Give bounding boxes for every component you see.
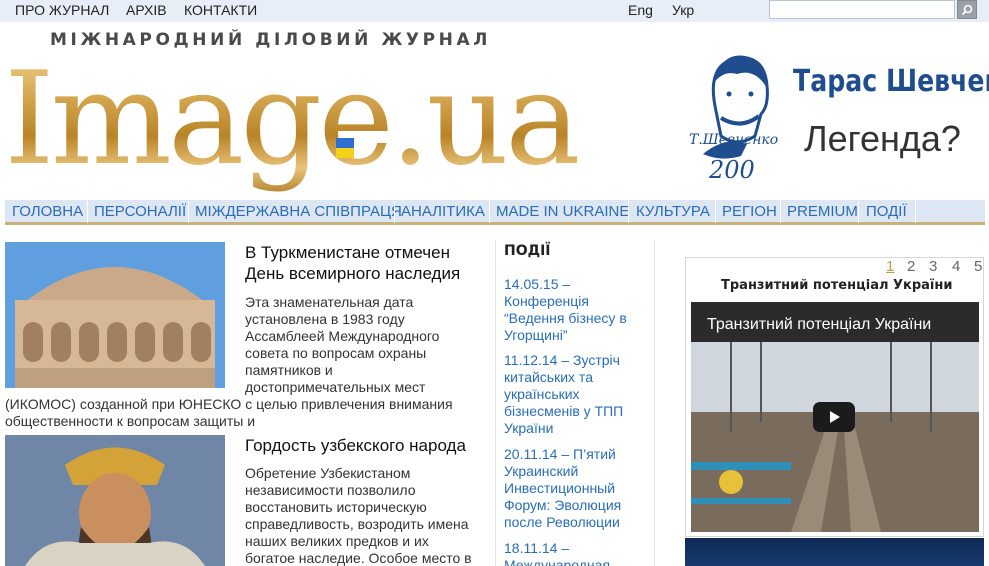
nav-made-in-ukraine[interactable]: MADE IN UKRAINE (496, 203, 629, 222)
article-image-mausoleum[interactable] (5, 242, 225, 388)
article-text-line: богатое наследие. Особое место в (245, 550, 472, 566)
article-title-line: Гордость узбекского народа (245, 436, 466, 455)
portrait-image-icon (5, 435, 225, 566)
nav-persons[interactable]: ПЕРСОНАЛІЇ (94, 203, 186, 222)
nav-divider (780, 201, 781, 223)
event-line: 14.05.15 – (504, 276, 571, 292)
banner-anniversary: 200 (708, 156, 755, 182)
nav-culture[interactable]: КУЛЬТУРА (636, 203, 710, 222)
event-line: Угорщині” (504, 327, 568, 343)
nav-region[interactable]: РЕГІОН (722, 203, 777, 222)
event-line: Международная (504, 557, 611, 566)
banner-signature: Т.Шевченко (689, 132, 778, 148)
ukraine-flag-icon (336, 138, 354, 158)
nav-events[interactable]: ПОДІЇ (866, 203, 907, 222)
nav-premium[interactable]: PREMIUM (787, 203, 858, 222)
nav-divider (394, 201, 395, 223)
lang-en-link[interactable]: Eng (628, 2, 653, 18)
pager-page-3[interactable]: 3 (929, 258, 937, 275)
article-text-line: Обретение Узбекистаном (245, 465, 411, 481)
event-line: Конференція (504, 293, 589, 309)
next-widget-preview[interactable] (685, 538, 984, 566)
article-text-line: независимости позволило (245, 482, 416, 498)
pager-page-1[interactable]: 1 (886, 258, 894, 275)
event-line: 18.11.14 – (504, 540, 570, 556)
article-text-line: Эта знаменательная дата (245, 294, 414, 310)
site-logo[interactable]: Image.ua (4, 40, 577, 200)
nav-home[interactable]: ГОЛОВНА (12, 203, 83, 222)
pager-page-4[interactable]: 4 (952, 258, 960, 275)
nav-divider (915, 201, 916, 223)
event-line: українських (504, 386, 580, 402)
logo-dot: . (389, 45, 427, 194)
event-line: Форум: Эволюция (504, 497, 622, 513)
article-text-line: общественности к вопросам защиты и (5, 413, 256, 429)
banner-tagline[interactable]: Легенда? (804, 118, 961, 160)
banner-name[interactable]: Тарас Шевченко (793, 64, 989, 99)
nav-analytics[interactable]: АНАЛІТИКА (401, 203, 485, 222)
event-line: 11.12.14 – Зустріч (504, 352, 620, 368)
top-nav-contacts[interactable]: КОНТАКТИ (184, 2, 257, 18)
search-button[interactable] (957, 0, 977, 19)
article-text-line: установлена в 1983 году (245, 311, 405, 327)
search-icon (961, 4, 973, 15)
event-line: Украинский (504, 463, 579, 479)
video-player[interactable]: Транзитний потенціал України (691, 302, 979, 532)
article-title-line: В Туркменистане отмечен (245, 243, 450, 262)
nav-divider (489, 201, 490, 223)
event-line: китайських та (504, 369, 593, 385)
play-button[interactable] (813, 402, 855, 432)
event-line: после Революции (504, 514, 620, 530)
logo-word: Image (4, 45, 390, 194)
article-text-line: совета по вопросам охраны (245, 345, 427, 361)
events-column: ПОДІЇ 14.05.15 – Конференція “Ведення бі… (495, 240, 655, 566)
widget-title: Транзитний потенціал України (721, 278, 953, 293)
pager-page-2[interactable]: 2 (907, 258, 915, 275)
mausoleum-image-icon (5, 242, 225, 388)
top-nav-about[interactable]: ПРО ЖУРНАЛ (15, 2, 109, 18)
search-input[interactable] (769, 0, 955, 19)
events-heading: ПОДІЇ (504, 243, 551, 259)
main-nav: ГОЛОВНА ПЕРСОНАЛІЇ МІЖДЕРЖАВНА СПІВПРАЦЯ… (5, 200, 985, 225)
nav-divider (628, 201, 629, 223)
event-line: 20.11.14 – П’ятий (504, 446, 616, 462)
article-text-line: памятников и (245, 362, 333, 378)
article-text-line: достопримечательных мест (245, 379, 426, 395)
article-text-line: восстановить историческую (245, 499, 427, 515)
play-icon (830, 411, 840, 423)
event-line: бізнесменів у ТПП (504, 403, 624, 419)
event-line: “Ведення бізнесу в (504, 310, 627, 326)
top-nav-archive[interactable]: АРХІВ (126, 2, 167, 18)
article-image-portrait[interactable] (5, 435, 225, 566)
article-text-line: (ИКОМОС) созданной при ЮНЕСКО с целью пр… (5, 396, 453, 412)
logo-suffix: ua (426, 45, 578, 194)
article-text-line: справедливость, возродить имена (245, 516, 469, 532)
event-line: України (504, 420, 554, 436)
article-text-line: Ассамблеей Международного (245, 328, 440, 344)
video-title: Транзитний потенціал України (707, 316, 932, 333)
nav-divider (858, 201, 859, 223)
shevchenko-portrait-icon[interactable]: Т.Шевченко 200 (685, 44, 789, 182)
article-title[interactable]: В Туркменистане отмечен День всемирного … (245, 242, 485, 284)
pager-page-5[interactable]: 5 (974, 258, 982, 275)
nav-divider (715, 201, 716, 223)
article-text-line: наших великих предков и их (245, 533, 429, 549)
lang-ua-link[interactable]: Укр (672, 2, 694, 18)
article-title[interactable]: Гордость узбекского народа (245, 435, 485, 456)
nav-cooperation[interactable]: МІЖДЕРЖАВНА СПІВПРАЦЯ (195, 203, 402, 222)
event-line: Инвестиционный (504, 480, 616, 496)
nav-divider (87, 201, 88, 223)
nav-divider (188, 201, 189, 223)
article-title-line: День всемирного наследия (245, 264, 461, 283)
